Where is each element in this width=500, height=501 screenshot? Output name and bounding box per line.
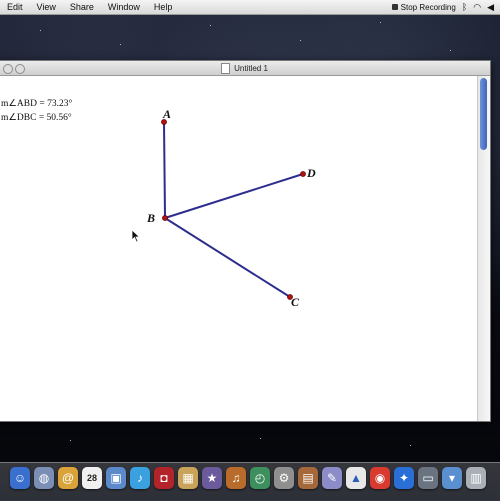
iphoto-icon[interactable]: ▦	[178, 467, 198, 489]
address-book-icon[interactable]: @	[58, 467, 78, 489]
system-preferences-icon[interactable]: ⚙	[274, 467, 294, 489]
point-d-label: D	[306, 166, 316, 180]
menu-help[interactable]: Help	[147, 2, 180, 12]
sketch-window: Untitled 1 m∠ABD = 73.23° m∠DBC = 50.56°…	[0, 60, 491, 422]
point-b[interactable]	[162, 215, 168, 221]
segment-bc[interactable]	[164, 217, 291, 298]
point-d[interactable]	[300, 171, 306, 177]
calendar-icon[interactable]: 28	[82, 467, 102, 489]
minimize-button[interactable]	[15, 64, 25, 74]
vertical-scrollbar[interactable]	[477, 76, 490, 421]
itunes-icon[interactable]: ♪	[130, 467, 150, 489]
safari-icon[interactable]: ✦	[394, 467, 414, 489]
photo-booth-icon[interactable]: ◘	[154, 467, 174, 489]
downloads-folder-icon[interactable]: ▾	[442, 467, 462, 489]
point-c-label: C	[291, 295, 300, 309]
geometry-app-icon[interactable]: ▲	[346, 467, 366, 489]
chrome-icon[interactable]: ◉	[370, 467, 390, 489]
sketch-canvas[interactable]: m∠ABD = 73.23° m∠DBC = 50.56° A B C D	[0, 76, 477, 421]
close-button[interactable]	[3, 64, 13, 74]
app-icon-2[interactable]: ▭	[418, 467, 438, 489]
wifi-icon[interactable]: ◠	[473, 0, 481, 14]
menubar-status-area: Stop Recording ᛒ ◠ ◀	[391, 0, 500, 14]
menu-share[interactable]: Share	[63, 2, 101, 12]
menu-window[interactable]: Window	[101, 2, 147, 12]
stop-recording-button[interactable]: Stop Recording	[391, 2, 456, 12]
menu-bar: Edit View Share Window Help Stop Recordi…	[0, 0, 500, 15]
segment-ba[interactable]	[163, 121, 166, 219]
trash-icon[interactable]: ▥	[466, 467, 486, 489]
calendar-day: 28	[86, 473, 97, 483]
script-editor-icon[interactable]: ✎	[322, 467, 342, 489]
garageband-icon[interactable]: ♫	[226, 467, 246, 489]
point-a-label: A	[162, 107, 171, 121]
preview-icon[interactable]: ▣	[106, 467, 126, 489]
point-b-label: B	[146, 211, 155, 225]
volume-icon[interactable]: ◀	[487, 0, 494, 14]
finder-icon[interactable]: ☺	[10, 467, 30, 489]
menu-view[interactable]: View	[30, 2, 63, 12]
segment-bd[interactable]	[164, 173, 304, 219]
document-icon	[221, 62, 231, 74]
time-machine-icon[interactable]: ◴	[250, 467, 270, 489]
dashboard-icon[interactable]: ◍	[34, 467, 54, 489]
stop-recording-label: Stop Recording	[400, 2, 456, 12]
window-title: Untitled 1	[234, 63, 268, 73]
bluetooth-icon[interactable]: ᛒ	[462, 0, 467, 14]
menu-edit[interactable]: Edit	[0, 2, 30, 12]
window-titlebar[interactable]: Untitled 1	[0, 61, 490, 76]
dock: ☺ ◍ @ 28 ▣ ♪ ◘ ▦ ★ ♫ ◴ ⚙ ▤ ✎ ▲ ◉ ✦ ▭ ▾ ▥	[0, 462, 500, 501]
app-icon[interactable]: ▤	[298, 467, 318, 489]
stop-icon	[391, 4, 398, 10]
imovie-icon[interactable]: ★	[202, 467, 222, 489]
scrollbar-thumb[interactable]	[480, 78, 487, 150]
mouse-cursor-icon	[131, 229, 141, 243]
geometry-drawing: A B C D	[146, 107, 316, 309]
